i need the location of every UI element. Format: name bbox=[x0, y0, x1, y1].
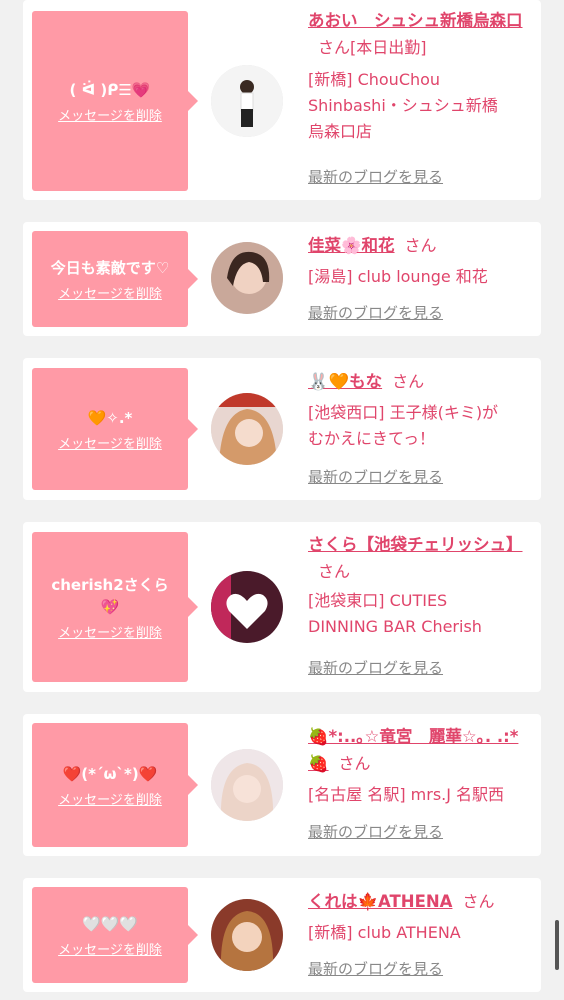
delete-message-link[interactable]: メッセージを削除 bbox=[58, 433, 162, 452]
message-text: 🧡✧.* bbox=[87, 408, 133, 427]
message-text: 🤍🤍🤍 bbox=[81, 914, 139, 933]
latest-blog-link[interactable]: 最新のブログを見る bbox=[308, 167, 443, 187]
avatar-image bbox=[211, 393, 283, 465]
shop-line: 烏森口店 bbox=[308, 122, 373, 141]
status-label: [本日出勤] bbox=[350, 38, 427, 57]
scrollbar[interactable] bbox=[555, 920, 559, 970]
message-bubble: 🧡✧.* メッセージを削除 bbox=[32, 368, 198, 490]
message-bubble: 今日も素敵です♡ メッセージを削除 bbox=[32, 231, 198, 327]
avatar-image bbox=[211, 242, 283, 314]
message-text: ( ᐛ )ᑭ☰💗 bbox=[69, 80, 151, 99]
profile-info: 🍓*:..｡☆竜宮 麗華☆｡. .:*🍓 さん [名古屋 名駅] mrs.J 名駅… bbox=[308, 724, 534, 808]
honorific: さん bbox=[404, 236, 437, 255]
avatar[interactable] bbox=[211, 749, 283, 821]
avatar[interactable] bbox=[211, 393, 283, 465]
avatar-image bbox=[211, 571, 283, 643]
shop-line: [池袋西口] 王子様(キミ)が bbox=[308, 403, 499, 422]
latest-blog-link[interactable]: 最新のブログを見る bbox=[308, 658, 443, 678]
avatar[interactable] bbox=[211, 242, 283, 314]
message-bubble: ❤️(*´ω`*)❤️ メッセージを削除 bbox=[32, 723, 198, 847]
message-text: ❤️(*´ω`*)❤️ bbox=[62, 764, 158, 783]
profile-info: 🐰🧡もな さん [池袋西口] 王子様(キミ)が むかえにきてっ！ bbox=[308, 368, 534, 452]
avatar[interactable] bbox=[211, 899, 283, 971]
delete-message-link[interactable]: メッセージを削除 bbox=[58, 622, 162, 641]
avatar-image bbox=[211, 749, 283, 821]
delete-message-link[interactable]: メッセージを削除 bbox=[58, 789, 162, 808]
message-card: ❤️(*´ω`*)❤️ メッセージを削除 🍓*:..｡☆竜宮 麗華☆｡. .:*… bbox=[23, 714, 541, 856]
shop-line: Shinbashi・シュシュ新橋 bbox=[308, 96, 498, 115]
latest-blog-link[interactable]: 最新のブログを見る bbox=[308, 959, 443, 979]
honorific: さん bbox=[318, 38, 351, 57]
honorific: さん bbox=[462, 892, 495, 911]
latest-blog-link[interactable]: 最新のブログを見る bbox=[308, 822, 443, 842]
message-card: cherish2さくら💖 メッセージを削除 さくら【池袋チェリッシュ】さん [池… bbox=[23, 522, 541, 692]
profile-name-link[interactable]: 佳菜🌸和花 bbox=[308, 236, 395, 255]
honorific: さん bbox=[338, 754, 371, 773]
delete-message-link[interactable]: メッセージを削除 bbox=[58, 283, 162, 302]
message-bubble: cherish2さくら💖 メッセージを削除 bbox=[32, 532, 198, 682]
profile-info: 佳菜🌸和花 さん [湯島] club lounge 和花 bbox=[308, 232, 534, 290]
avatar-image bbox=[211, 65, 283, 137]
message-card: 今日も素敵です♡ メッセージを削除 佳菜🌸和花 さん [湯島] club loun… bbox=[23, 222, 541, 336]
shop-line: [新橋] ChouChou bbox=[308, 70, 441, 89]
shop-line: [新橋] club ATHENA bbox=[308, 923, 461, 942]
delete-message-link[interactable]: メッセージを削除 bbox=[58, 105, 162, 124]
message-text: cherish2さくら💖 bbox=[51, 575, 169, 616]
delete-message-link[interactable]: メッセージを削除 bbox=[58, 939, 162, 958]
latest-blog-link[interactable]: 最新のブログを見る bbox=[308, 467, 443, 487]
honorific: さん bbox=[318, 562, 351, 581]
shop-line: [池袋東口] CUTIES bbox=[308, 591, 448, 610]
shop-line: [名古屋 名駅] mrs.J 名駅西 bbox=[308, 785, 505, 804]
latest-blog-link[interactable]: 最新のブログを見る bbox=[308, 303, 443, 323]
message-card: 🤍🤍🤍 メッセージを削除 くれは🍁ATHENA さん [新橋] club ATHE… bbox=[23, 878, 541, 992]
profile-name-link[interactable]: あおい シュシュ新橋烏森口 bbox=[308, 11, 523, 30]
shop-line: [湯島] club lounge 和花 bbox=[308, 267, 488, 286]
message-bubble: 🤍🤍🤍 メッセージを削除 bbox=[32, 887, 198, 983]
shop-line: むかえにきてっ！ bbox=[308, 429, 436, 448]
message-card: 🧡✧.* メッセージを削除 🐰🧡もな さん [池袋西口] 王子様(キミ)が むかえ… bbox=[23, 358, 541, 500]
message-bubble: ( ᐛ )ᑭ☰💗 メッセージを削除 bbox=[32, 11, 198, 191]
message-text: 今日も素敵です♡ bbox=[50, 258, 170, 277]
message-card: ( ᐛ )ᑭ☰💗 メッセージを削除 あおい シュシュ新橋烏森口さん[本日出勤] … bbox=[23, 0, 541, 200]
avatar[interactable] bbox=[211, 571, 283, 643]
profile-name-link[interactable]: さくら【池袋チェリッシュ】 bbox=[308, 535, 523, 554]
honorific: さん bbox=[392, 372, 425, 391]
profile-info: あおい シュシュ新橋烏森口さん[本日出勤] [新橋] ChouChou Shin… bbox=[308, 8, 534, 145]
shop-line: DINNING BAR Cherish bbox=[308, 617, 482, 636]
avatar-image bbox=[211, 899, 283, 971]
profile-name-link[interactable]: くれは🍁ATHENA bbox=[308, 892, 452, 911]
profile-name-link[interactable]: 🐰🧡もな bbox=[308, 372, 382, 391]
profile-info: さくら【池袋チェリッシュ】さん [池袋東口] CUTIES DINNING BA… bbox=[308, 532, 534, 640]
avatar[interactable] bbox=[211, 65, 283, 137]
profile-info: くれは🍁ATHENA さん [新橋] club ATHENA bbox=[308, 888, 534, 946]
